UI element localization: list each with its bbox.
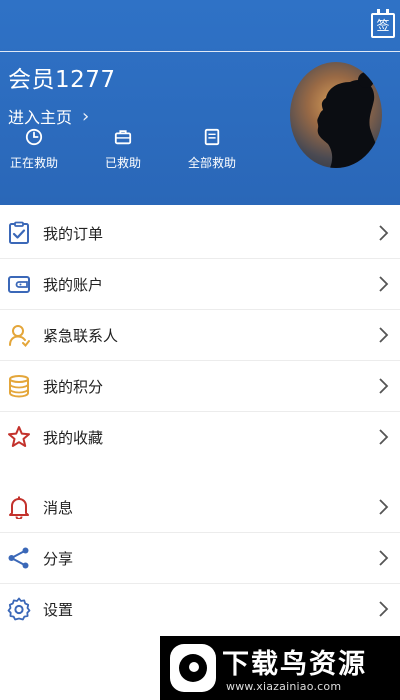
document-icon [204,128,220,146]
menu-item-settings[interactable]: 设置 [0,584,400,634]
menu-item-label: 分享 [43,549,74,568]
stat-rescued[interactable]: 已救助 [100,128,146,171]
bell-icon [7,495,31,519]
bird-logo-icon [170,644,216,692]
chevron-right-icon [379,550,389,566]
chevron-right-icon [379,378,389,394]
menu-item-label: 我的订单 [43,224,104,243]
share-icon [7,546,31,570]
wallet-icon [7,272,31,296]
watermark-title: 下载鸟资源 [222,649,367,680]
chevron-right-icon: › [82,105,90,127]
stat-all-rescues[interactable]: 全部救助 [184,128,240,171]
menu-item-account[interactable]: 我的账户 [0,259,400,309]
menu-item-label: 设置 [43,600,74,619]
watermark-banner: 下载鸟资源 www.xiazainiao.com [160,636,400,700]
enter-home-label: 进入主页 [8,108,73,127]
menu-item-messages[interactable]: 消息 [0,482,400,532]
chevron-right-icon [379,429,389,445]
menu-item-label: 我的积分 [43,377,104,396]
menu-item-share[interactable]: 分享 [0,533,400,583]
menu-item-label: 消息 [43,498,74,517]
chevron-right-icon [379,225,389,241]
stat-label: 全部救助 [187,156,236,170]
star-icon [7,425,31,449]
menu-item-label: 我的账户 [43,275,104,294]
stat-rescuing[interactable]: 正在救助 [6,128,62,171]
sign-in-label: 签 [376,19,390,34]
coin-stack-icon [7,374,31,398]
watermark-url: www.xiazainiao.com [226,680,342,693]
menu-item-orders[interactable]: 我的订单 [0,208,400,258]
clipboard-check-icon [7,221,31,245]
profile-header: 签 会员1277 进入主页 › 正在救助 已救助 全部救助 [0,0,400,205]
menu-item-label: 我的收藏 [43,428,104,447]
avatar[interactable] [290,62,382,168]
header-divider [0,51,400,52]
briefcase-icon [114,130,132,145]
member-name: 会员1277 [8,67,116,93]
chevron-right-icon [379,499,389,515]
stat-label: 已救助 [104,156,141,170]
chevron-right-icon [379,601,389,617]
menu-item-points[interactable]: 我的积分 [0,361,400,411]
gear-icon [7,597,31,621]
chevron-right-icon [379,276,389,292]
menu-item-emergency-contact[interactable]: 紧急联系人 [0,310,400,360]
sign-in-button[interactable]: 签 [371,9,395,38]
person-icon [7,323,31,347]
menu-item-favorites[interactable]: 我的收藏 [0,412,400,462]
enter-home-link[interactable]: 进入主页 › [8,104,89,128]
avatar-silhouette-icon [317,72,382,168]
menu-item-label: 紧急联系人 [43,326,119,345]
stat-label: 正在救助 [9,156,58,170]
clock-icon [25,128,43,146]
chevron-right-icon [379,327,389,343]
